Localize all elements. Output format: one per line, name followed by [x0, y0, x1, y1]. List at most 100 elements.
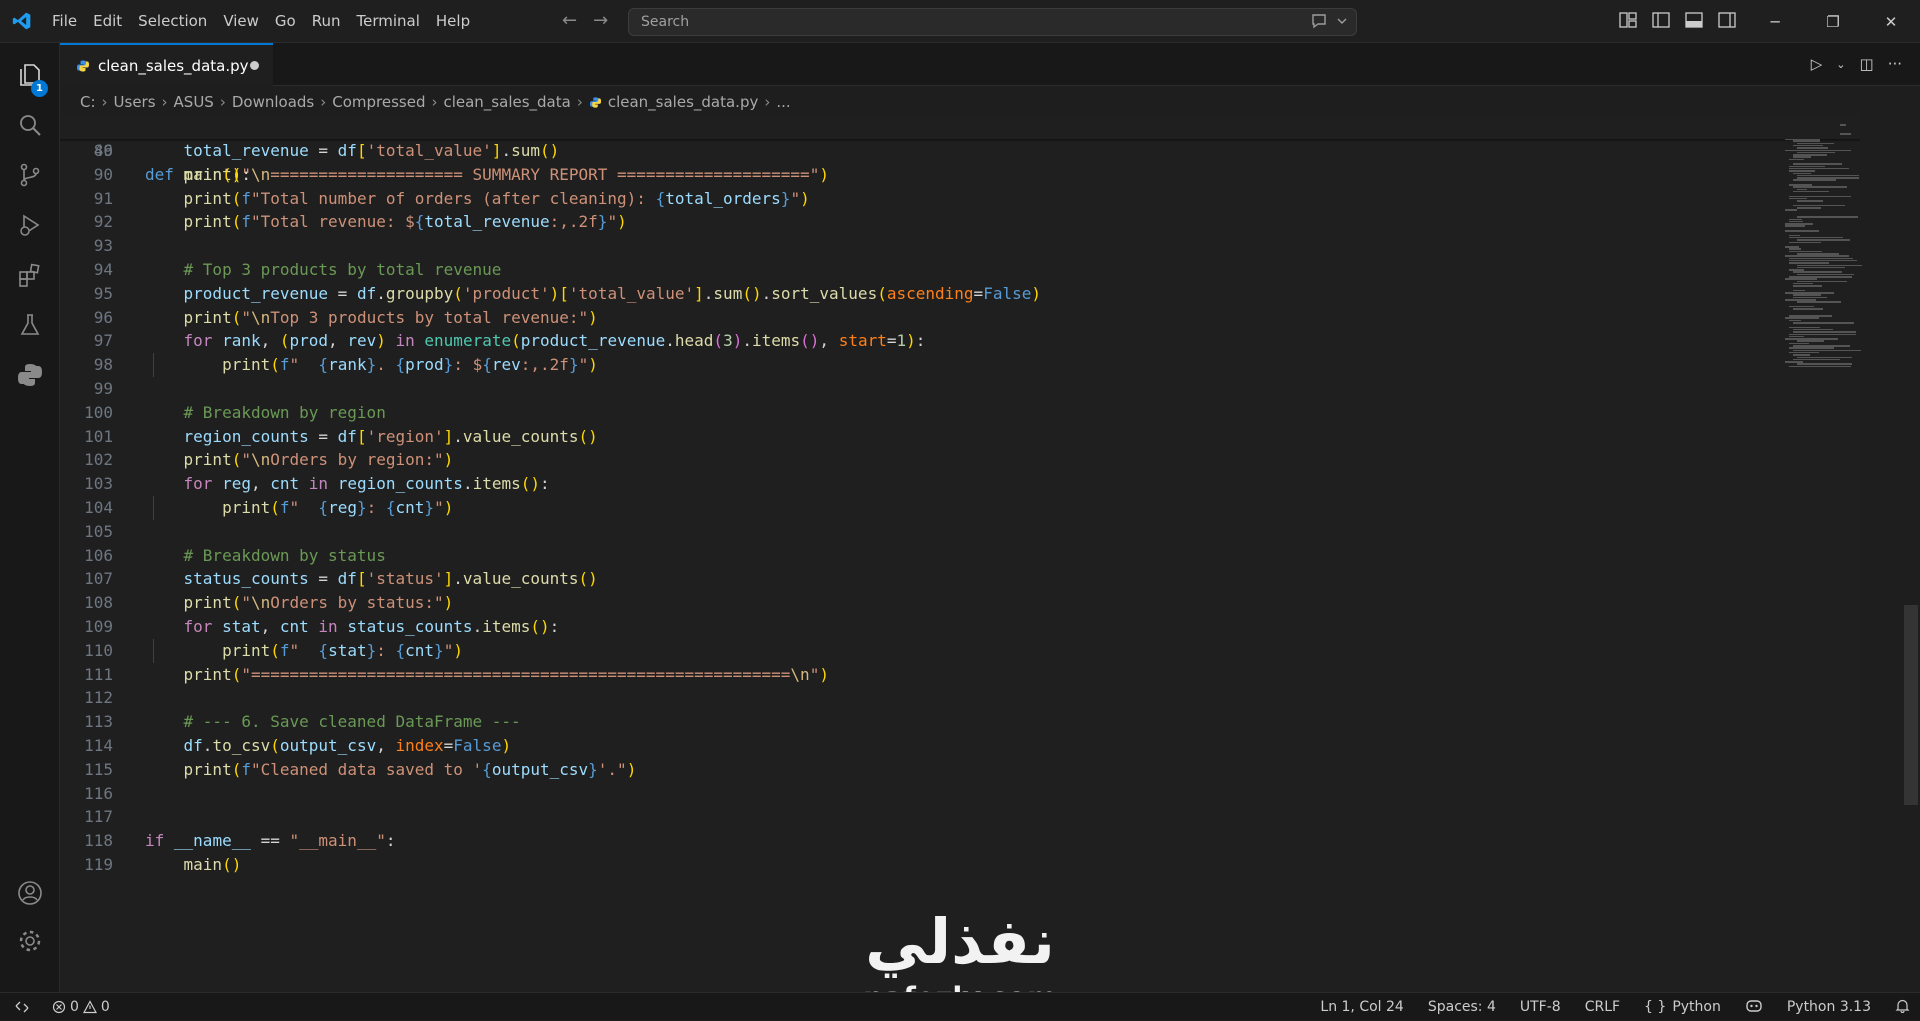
- code-line[interactable]: 92 print(f"Total revenue: ${total_revenu…: [60, 210, 1840, 234]
- code-line[interactable]: 100 # Breakdown by region: [60, 401, 1840, 425]
- crumb-downloads[interactable]: Downloads: [232, 93, 314, 111]
- line-number: 106: [84, 545, 113, 565]
- toggle-panel-icon[interactable]: [1684, 10, 1704, 30]
- code-line[interactable]: 114 df.to_csv(output_csv, index=False): [60, 734, 1840, 758]
- code-line[interactable]: 108 print("\nOrders by status:"): [60, 591, 1840, 615]
- minimap-line: [1789, 218, 1803, 220]
- code-line[interactable]: 110 print(f" {stat}: {cnt}"): [60, 638, 1840, 663]
- gear-icon[interactable]: [0, 917, 60, 965]
- code-line[interactable]: 116: [60, 782, 1840, 806]
- more-actions-icon[interactable]: ···: [1888, 55, 1902, 73]
- code-line[interactable]: 109 for stat, cnt in status_counts.items…: [60, 615, 1840, 639]
- cursor-position[interactable]: Ln 1, Col 24: [1320, 999, 1403, 1015]
- code-line[interactable]: 93: [60, 234, 1840, 258]
- code-line[interactable]: 90 print("\n==================== SUMMARY…: [60, 163, 1840, 187]
- indentation[interactable]: Spaces: 4: [1428, 999, 1496, 1015]
- code-line[interactable]: 113 # --- 6. Save cleaned DataFrame ---: [60, 710, 1840, 734]
- end-of-line[interactable]: CRLF: [1585, 999, 1620, 1015]
- problems-indicator[interactable]: 0 0: [52, 999, 110, 1015]
- toggle-secondary-sidebar-icon[interactable]: [1717, 10, 1737, 30]
- code-line[interactable]: 96 print("\nTop 3 products by total reve…: [60, 306, 1840, 330]
- code-line[interactable]: 106 # Breakdown by status: [60, 544, 1840, 568]
- minimap-line: [1789, 259, 1858, 262]
- command-center-search[interactable]: Search: [628, 8, 1357, 36]
- python-file-icon: [589, 96, 601, 108]
- menu-file[interactable]: File: [44, 0, 85, 43]
- split-editor-icon[interactable]: ◫: [1860, 55, 1874, 73]
- crumb-users[interactable]: Users: [114, 93, 156, 111]
- bell-icon[interactable]: [1895, 998, 1910, 1017]
- menu-view[interactable]: View: [215, 0, 267, 43]
- code-line[interactable]: 101 region_counts = df['region'].value_c…: [60, 425, 1840, 449]
- customize-layout-icon[interactable]: [1618, 10, 1638, 30]
- minimap[interactable]: [1785, 115, 1885, 375]
- python-icon[interactable]: [0, 351, 60, 399]
- code-line[interactable]: 115 print(f"Cleaned data saved to '{outp…: [60, 758, 1840, 782]
- file-encoding[interactable]: UTF-8: [1520, 999, 1561, 1015]
- code-line[interactable]: 98 print(f" {rank}. {prod}: ${rev:,.2f}"…: [60, 353, 1840, 377]
- code-line[interactable]: 118 if __name__ == "__main__":: [60, 829, 1840, 853]
- forward-arrow-icon[interactable]: →: [593, 10, 608, 31]
- line-number: 99: [93, 379, 113, 398]
- chevron-down-icon[interactable]: ⌄: [1836, 58, 1845, 71]
- crumb-drive[interactable]: C:: [80, 93, 96, 111]
- language-mode[interactable]: { } Python: [1644, 999, 1721, 1015]
- restore-icon[interactable]: ❐: [1804, 0, 1862, 43]
- code-line[interactable]: 119 main(): [60, 853, 1840, 877]
- code-line[interactable]: 103 for reg, cnt in region_counts.items(…: [60, 472, 1840, 496]
- back-arrow-icon[interactable]: ←: [562, 10, 577, 31]
- menu-selection[interactable]: Selection: [130, 0, 215, 43]
- watermark-arabic-text: نفذلي: [865, 905, 1057, 978]
- code-line[interactable]: 102 print("\nOrders by region:"): [60, 448, 1840, 472]
- source-control-icon[interactable]: [0, 151, 60, 199]
- minimap-line: [1785, 149, 1851, 151]
- unsaved-dot-icon[interactable]: [250, 61, 259, 70]
- menu-run[interactable]: Run: [304, 0, 349, 43]
- code-line[interactable]: 97 for rank, (prod, rev) in enumerate(pr…: [60, 329, 1840, 353]
- code-line[interactable]: 107 status_counts = df['status'].value_c…: [60, 567, 1840, 591]
- status-bar-right: Ln 1, Col 24 Spaces: 4 UTF-8 CRLF { } Pyt…: [1320, 993, 1910, 1021]
- crumb-compressed[interactable]: Compressed: [332, 93, 425, 111]
- run-file-icon[interactable]: ▷: [1811, 55, 1823, 73]
- scrollbar-thumb[interactable]: [1904, 605, 1918, 805]
- menu-terminal[interactable]: Terminal: [349, 0, 428, 43]
- menu-help[interactable]: Help: [428, 0, 478, 43]
- code-line[interactable]: 112: [60, 686, 1840, 710]
- accounts-icon[interactable]: [0, 869, 60, 917]
- crumb-folder[interactable]: clean_sales_data: [443, 93, 570, 111]
- code-line[interactable]: 94 # Top 3 products by total revenue: [60, 258, 1840, 282]
- minimap-line: [1797, 363, 1853, 365]
- minimap-line: [1789, 347, 1835, 349]
- python-interpreter[interactable]: Python 3.13: [1787, 999, 1871, 1015]
- code-line[interactable]: 117: [60, 805, 1840, 829]
- sticky-scroll-line[interactable]: 46 def main():: [60, 115, 1840, 184]
- tab-clean-sales-data[interactable]: clean_sales_data.py: [60, 43, 273, 86]
- menu-go[interactable]: Go: [267, 0, 304, 43]
- code-line[interactable]: 111 print("=============================…: [60, 663, 1840, 687]
- code-line[interactable]: 99: [60, 377, 1840, 401]
- testing-icon[interactable]: [0, 301, 60, 349]
- run-debug-icon[interactable]: [0, 201, 60, 249]
- code-editor[interactable]: 46 def main(): 89 total_revenue = df['to…: [60, 115, 1860, 992]
- code-line[interactable]: 91 print(f"Total number of orders (after…: [60, 187, 1840, 211]
- search-icon[interactable]: [0, 101, 60, 149]
- crumb-asus[interactable]: ASUS: [174, 93, 214, 111]
- explorer-icon[interactable]: 1: [0, 51, 60, 99]
- editor-scrollbar[interactable]: [1904, 115, 1918, 992]
- chevron-down-icon[interactable]: [1336, 15, 1348, 27]
- close-icon[interactable]: ✕: [1862, 0, 1920, 43]
- code-line[interactable]: 95 product_revenue = df.groupby('product…: [60, 282, 1840, 306]
- menu-edit[interactable]: Edit: [85, 0, 130, 43]
- copilot-chat-icon[interactable]: [1310, 12, 1328, 30]
- code-line[interactable]: 89 total_revenue = df['total_value'].sum…: [60, 139, 1840, 163]
- code-line[interactable]: 105: [60, 520, 1840, 544]
- code-line[interactable]: 104 print(f" {reg}: {cnt}"): [60, 496, 1840, 520]
- remote-icon[interactable]: [0, 993, 44, 1021]
- toggle-primary-sidebar-icon[interactable]: [1651, 10, 1671, 30]
- crumb-symbol[interactable]: ...: [776, 93, 790, 111]
- copilot-icon[interactable]: [1745, 997, 1763, 1017]
- minimize-icon[interactable]: ─: [1746, 0, 1804, 43]
- extensions-icon[interactable]: [0, 251, 60, 299]
- line-number: 92: [93, 212, 113, 232]
- crumb-file[interactable]: clean_sales_data.py: [608, 93, 759, 111]
